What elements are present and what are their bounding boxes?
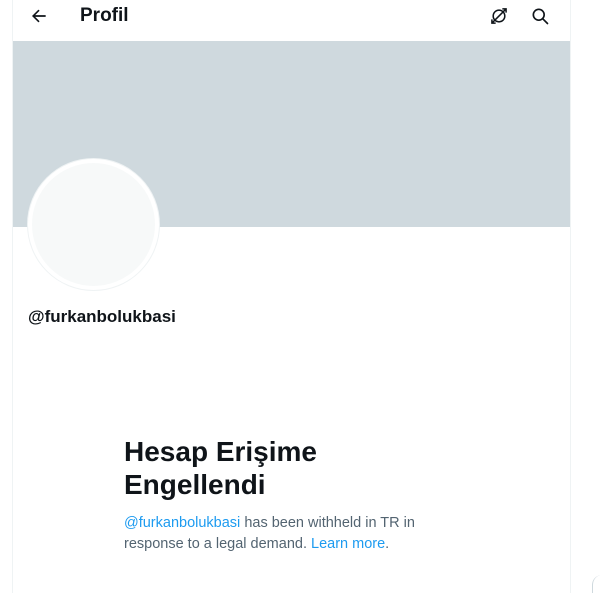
mention-link[interactable]: @furkanbolukbasi [124,515,240,531]
page-title: Profil [80,5,129,26]
refresh-button[interactable] [487,4,511,28]
edge-divider [592,575,600,593]
withheld-message: @furkanbolukbasi has been withheld in TR… [124,513,464,555]
back-button[interactable] [27,4,51,28]
profile-handle: @furkanbolukbasi [28,307,176,326]
search-icon [532,8,549,25]
search-button[interactable] [528,4,552,28]
profile-page: Profil @furkanbolukbasi Hesap Erişime En… [0,0,600,593]
refresh-icon [491,8,507,24]
avatar[interactable] [28,159,159,290]
withheld-title: Hesap Erişime Engellendi [124,436,317,500]
withheld-notice: Hesap Erişime Engellendi @furkanbolukbas… [124,435,464,555]
main-column: Profil @furkanbolukbasi Hesap Erişime En… [12,0,571,593]
arrow-left-icon [32,9,46,23]
withheld-message-end: . [385,536,390,552]
learn-more-link[interactable]: Learn more [311,536,385,552]
top-header: Profil [13,0,570,40]
